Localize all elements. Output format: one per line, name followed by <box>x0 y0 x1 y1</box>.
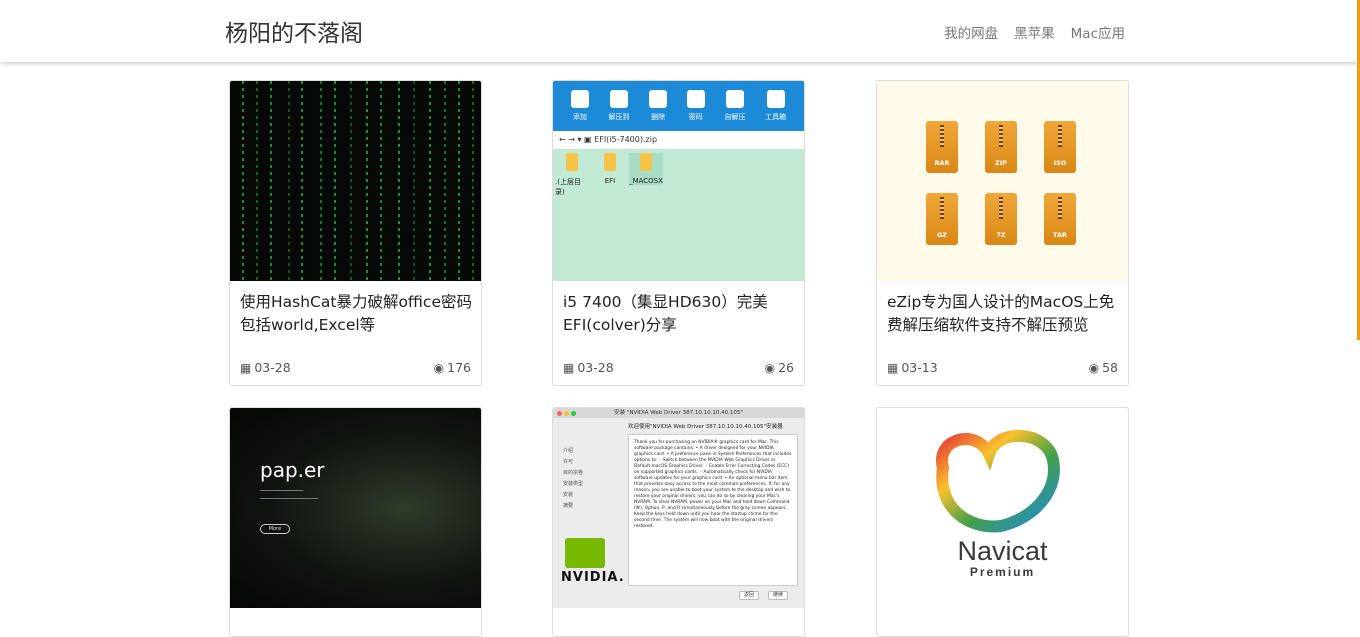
article-title[interactable]: eZip专为国人设计的MacOS上免费解压缩软件支持不解压预览 <box>887 291 1119 337</box>
nvidia-logo-text: NVIDIA. <box>561 570 625 585</box>
archive-label: ZIP <box>995 159 1007 167</box>
archive-file-icon: 7Z <box>985 193 1017 245</box>
toolbox-icon <box>766 90 785 108</box>
article-card[interactable]: Navicat Premium <box>876 407 1129 637</box>
folder-label: EFI <box>604 177 616 185</box>
zip-toolbar: 添加 解压到 删除 密码 自解压 工具箱 <box>553 81 804 131</box>
zip-path-bar: ← → ▾ ▣ EFI(i5-7400).zip <box>553 131 804 149</box>
nvidia-installer-thumbnail[interactable]: 安装 "NVIDIA Web Driver 387.10.10.10.40.10… <box>553 408 804 608</box>
folder-label: _MACOSX <box>629 177 663 185</box>
archive-file-icon: TAR <box>1044 193 1076 245</box>
paper-app-thumbnail[interactable]: pap.er ━━━━━━━━━━━━━━━━━━ ━━━━━━━━━━━━━━… <box>230 408 481 608</box>
folder-icon <box>566 153 578 171</box>
archive-icons-thumbnail[interactable]: RAR ZIP ISO GZ 7Z TAR <box>877 81 1128 281</box>
installer-step: 摘要 <box>563 503 574 509</box>
paper-subtext: ━━━━━━━━━━━━━━━━━━ <box>260 488 304 493</box>
tool-label: 自解压 <box>724 113 746 121</box>
eye-icon: ◉ <box>433 361 445 375</box>
eye-icon: ◉ <box>764 361 776 375</box>
nav-link-mac-apps[interactable]: Mac应用 <box>1071 22 1125 42</box>
navicat-edition: Premium <box>969 565 1036 579</box>
eye-icon: ◉ <box>1088 361 1100 375</box>
article-date: 03-13 <box>901 360 938 375</box>
archive-label: TAR <box>1053 231 1067 239</box>
nvidia-eye-logo-icon <box>565 538 605 568</box>
installer-title: 安装 "NVIDIA Web Driver 387.10.10.10.40.10… <box>614 410 743 416</box>
tool-label: 删除 <box>651 113 666 121</box>
article-meta: ▦ 03-28 ◉ 176 <box>240 360 471 375</box>
installer-titlebar: 安装 "NVIDIA Web Driver 387.10.10.10.40.10… <box>553 408 804 418</box>
folder-label: .(上层目录) <box>555 178 581 196</box>
article-card[interactable]: 安装 "NVIDIA Web Driver 387.10.10.10.40.10… <box>552 407 805 637</box>
installer-steps: 介绍 许可 目的宗卷 安装类型 安装 摘要 <box>563 446 583 512</box>
archive-file-icon: ZIP <box>985 121 1017 173</box>
calendar-icon: ▦ <box>240 361 252 375</box>
installer-step: 介绍 <box>563 448 574 454</box>
installer-step: 目的宗卷 <box>563 470 584 476</box>
article-date: 03-28 <box>254 360 291 375</box>
installer-heading: 欢迎使用"NVIDIA Web Driver 387.10.10.10.40.1… <box>628 424 783 430</box>
article-meta: ▦ 03-13 ◉ 58 <box>887 360 1118 375</box>
delete-icon <box>649 90 668 108</box>
close-dot-icon <box>557 411 562 416</box>
matrix-code-thumbnail[interactable] <box>230 81 481 281</box>
folder-icon <box>640 153 652 171</box>
site-brand[interactable]: 杨阳的不落阁 <box>225 14 363 48</box>
archive-file-icon: ISO <box>1044 121 1076 173</box>
nav-link-hackintosh[interactable]: 黑苹果 <box>1014 22 1055 42</box>
article-card[interactable]: RAR ZIP ISO GZ 7Z TAR eZip专为国人设计的MacOS上免… <box>876 80 1129 386</box>
tool-label: 工具箱 <box>765 113 787 121</box>
zip-path: EFI(i5-7400).zip <box>594 135 658 144</box>
article-views: 58 <box>1102 360 1118 375</box>
self-extract-icon <box>725 90 744 108</box>
archive-label: ISO <box>1053 159 1067 167</box>
minimize-dot-icon <box>564 411 569 416</box>
archive-file-icon: GZ <box>926 193 958 245</box>
article-card[interactable]: pap.er ━━━━━━━━━━━━━━━━━━ ━━━━━━━━━━━━━━… <box>229 407 482 637</box>
paper-logo: pap.er <box>260 458 325 482</box>
navicat-thumbnail[interactable]: Navicat Premium <box>877 408 1128 608</box>
extract-icon <box>609 90 628 108</box>
archive-file-icon: RAR <box>926 121 958 173</box>
tool-label: 密码 <box>688 113 703 121</box>
paper-more-button: More <box>260 524 290 534</box>
lock-icon <box>686 90 705 108</box>
article-card[interactable]: 添加 解压到 删除 密码 自解压 工具箱 ← → ▾ ▣ EFI(i5-7400… <box>552 80 805 386</box>
calendar-icon: ▦ <box>563 361 575 375</box>
tool-label: 解压到 <box>608 113 630 121</box>
tool-label: 添加 <box>572 113 587 121</box>
article-views: 26 <box>778 360 794 375</box>
folder-icon <box>604 153 616 171</box>
paper-subtext: ━━━━━━━━━━━━━━━━━━━━━━━━ <box>260 496 318 501</box>
archive-label: 7Z <box>996 231 1006 239</box>
article-meta: ▦ 03-28 ◉ 26 <box>563 360 794 375</box>
archive-label: RAR <box>934 159 950 167</box>
installer-continue-button: 继续 <box>768 591 789 600</box>
nav-menu: 我的网盘 黑苹果 Mac应用 <box>944 22 1125 42</box>
installer-step: 安装类型 <box>563 481 584 487</box>
nav-link-netdisk[interactable]: 我的网盘 <box>944 22 998 42</box>
installer-step: 安装 <box>563 492 574 498</box>
calendar-icon: ▦ <box>887 361 899 375</box>
installer-back-button: 返回 <box>739 591 760 600</box>
installer-body: Thank you for purchasing an NVIDIA® grap… <box>628 434 798 586</box>
article-card[interactable]: 使用HashCat暴力破解office密码包括world,Excel等 ▦ 03-… <box>229 80 482 386</box>
top-navbar: 杨阳的不落阁 我的网盘 黑苹果 Mac应用 <box>0 0 1360 62</box>
zoom-dot-icon <box>571 411 576 416</box>
article-views: 176 <box>447 360 471 375</box>
article-date: 03-28 <box>577 360 614 375</box>
add-icon <box>570 90 589 108</box>
article-title[interactable]: i5 7400（集显HD630）完美EFI(colver)分享 <box>563 291 795 337</box>
archive-label: GZ <box>936 231 948 239</box>
navicat-name: Navicat <box>957 536 1048 566</box>
zip-app-screenshot-thumbnail[interactable]: 添加 解压到 删除 密码 自解压 工具箱 ← → ▾ ▣ EFI(i5-7400… <box>553 81 804 281</box>
article-title[interactable]: 使用HashCat暴力破解office密码包括world,Excel等 <box>240 291 472 337</box>
installer-step: 许可 <box>563 459 574 465</box>
